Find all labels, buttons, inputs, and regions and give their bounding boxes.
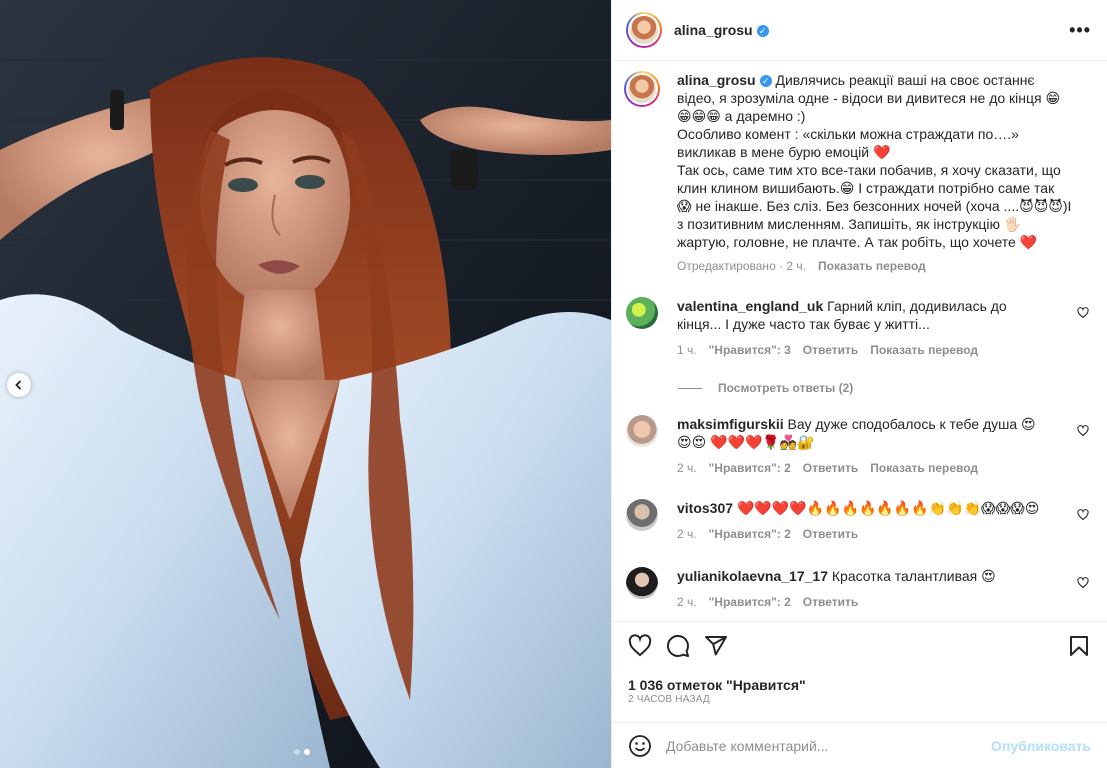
caption-time: 2 ч. <box>786 259 807 273</box>
comment-item: yulianikolaevna_17_17 Красотка талантлив… <box>626 567 1093 611</box>
comment-avatar[interactable] <box>626 297 658 329</box>
view-replies-button[interactable]: Посмотреть ответы (2) <box>678 381 1093 395</box>
comment-body: yulianikolaevna_17_17 Красотка талантлив… <box>677 567 1047 611</box>
replies-divider <box>678 387 702 389</box>
comment-meta: 2 ч. "Нравится": 2 Ответить <box>677 525 1047 543</box>
comment-likes[interactable]: "Нравится": 2 <box>709 459 791 477</box>
like-comment-heart-icon[interactable] <box>1077 509 1089 521</box>
comment-time: 2 ч. <box>677 527 697 541</box>
comment-text: ❤️❤️❤️❤️🔥🔥🔥🔥🔥🔥🔥👏👏👏😱😱😱😍 <box>736 500 1040 516</box>
comment-username[interactable]: valentina_england_uk <box>677 298 823 314</box>
reply-button[interactable]: Ответить <box>803 341 858 359</box>
caption: alina_grosu ✓ Дивлячись реакції ваші на с… <box>624 71 1093 275</box>
comment-avatar[interactable] <box>626 499 658 531</box>
post-actions <box>612 621 1107 681</box>
caption-text-3: Так ось, саме тим хто все-таки побачив, … <box>677 162 1072 250</box>
comment-avatar[interactable] <box>626 415 658 447</box>
comment-time: 2 ч. <box>677 595 697 609</box>
translate-button[interactable]: Показать перевод <box>870 341 978 359</box>
comment-likes[interactable]: "Нравится": 2 <box>709 525 791 543</box>
like-comment-heart-icon[interactable] <box>1077 577 1089 589</box>
reply-button[interactable]: Ответить <box>803 525 858 543</box>
bookmark-icon[interactable] <box>1067 634 1091 658</box>
post-sidebar: alina_grosu ✓ ••• alina_grosu ✓ Дивлячись … <box>611 0 1107 768</box>
translate-button[interactable]: Показать перевод <box>870 459 978 477</box>
avatar-image <box>628 14 660 46</box>
likes-count[interactable]: 1 036 отметок "Нравится" <box>628 677 806 693</box>
more-options-icon[interactable]: ••• <box>1069 21 1091 39</box>
comment-body: vitos307 ❤️❤️❤️❤️🔥🔥🔥🔥🔥🔥🔥👏👏👏😱😱😱😍 2 ч. "Нр… <box>677 499 1047 543</box>
reply-button[interactable]: Ответить <box>803 593 858 611</box>
verified-badge-icon: ✓ <box>759 75 772 87</box>
comment-item: vitos307 ❤️❤️❤️❤️🔥🔥🔥🔥🔥🔥🔥👏👏👏😱😱😱😍 2 ч. "Нр… <box>626 499 1093 543</box>
like-heart-icon[interactable] <box>628 634 652 658</box>
reply-button[interactable]: Ответить <box>803 459 858 477</box>
comment-item: valentina_england_uk Гарний кліп, додиви… <box>626 297 1093 359</box>
comment-username[interactable]: vitos307 <box>677 500 733 516</box>
carousel-indicator <box>294 749 310 755</box>
verified-badge-icon: ✓ <box>756 25 769 37</box>
carousel-dot <box>294 749 300 755</box>
like-comment-heart-icon[interactable] <box>1077 425 1089 437</box>
comment-username[interactable]: maksimfigurskii <box>677 416 784 432</box>
view-replies-label[interactable]: Посмотреть ответы (2) <box>718 381 853 395</box>
chevron-left-icon <box>15 380 22 390</box>
author-avatar[interactable] <box>626 12 662 48</box>
comment-time: 1 ч. <box>677 343 697 357</box>
share-paper-plane-icon[interactable] <box>704 634 728 658</box>
caption-username[interactable]: alina_grosu <box>677 72 756 88</box>
comment-meta: 2 ч. "Нравится": 2 Ответить Показать пер… <box>677 459 1047 477</box>
carousel-dot-active <box>304 749 310 755</box>
comment-meta: 1 ч. "Нравится": 3 Ответить Показать пер… <box>677 341 1047 359</box>
avatar-image <box>626 73 658 105</box>
post-media[interactable] <box>0 0 611 768</box>
emoji-smiley-icon[interactable] <box>628 734 652 758</box>
comment-bubble-icon[interactable] <box>666 634 690 658</box>
caption-avatar[interactable] <box>624 71 660 107</box>
comments-section[interactable]: alina_grosu ✓ Дивлячись реакції ваші на с… <box>612 61 1107 621</box>
caption-meta: Отредактировано · 2 ч. Показать перевод <box>677 257 926 275</box>
comment-avatar[interactable] <box>626 567 658 599</box>
translate-button[interactable]: Показать перевод <box>818 257 926 275</box>
publish-button[interactable]: Опубликовать <box>991 738 1091 754</box>
like-comment-heart-icon[interactable] <box>1077 307 1089 319</box>
comment-likes[interactable]: "Нравится": 2 <box>709 593 791 611</box>
add-comment-bar: Опубликовать <box>612 722 1107 768</box>
comment-item: maksimfigurskii Вау дуже сподобалось к т… <box>626 415 1093 477</box>
caption-body: alina_grosu ✓ Дивлячись реакції ваші на с… <box>677 71 1072 275</box>
comment-username[interactable]: yulianikolaevna_17_17 <box>677 568 828 584</box>
comment-time: 2 ч. <box>677 461 697 475</box>
previous-slide-button[interactable] <box>7 373 31 397</box>
comment-body: valentina_england_uk Гарний кліп, додиви… <box>677 297 1047 359</box>
post-time-ago: 2 ЧАСОВ НАЗАД <box>628 694 710 705</box>
comment-likes[interactable]: "Нравится": 3 <box>709 341 791 359</box>
comment-body: maksimfigurskii Вау дуже сподобалось к т… <box>677 415 1047 477</box>
edited-label: Отредактировано <box>677 259 776 273</box>
comment-text: Красотка талантливая 😍 <box>831 568 996 584</box>
caption-text-2: Особливо комент : «скільки можна стражда… <box>677 126 1019 160</box>
author-username[interactable]: alina_grosu ✓ <box>674 22 769 38</box>
post-photo <box>0 0 611 768</box>
post-header: alina_grosu ✓ ••• <box>612 0 1107 61</box>
add-comment-input[interactable] <box>666 737 992 754</box>
comment-meta: 2 ч. "Нравится": 2 Ответить <box>677 593 1047 611</box>
author-username-text[interactable]: alina_grosu <box>674 22 753 38</box>
